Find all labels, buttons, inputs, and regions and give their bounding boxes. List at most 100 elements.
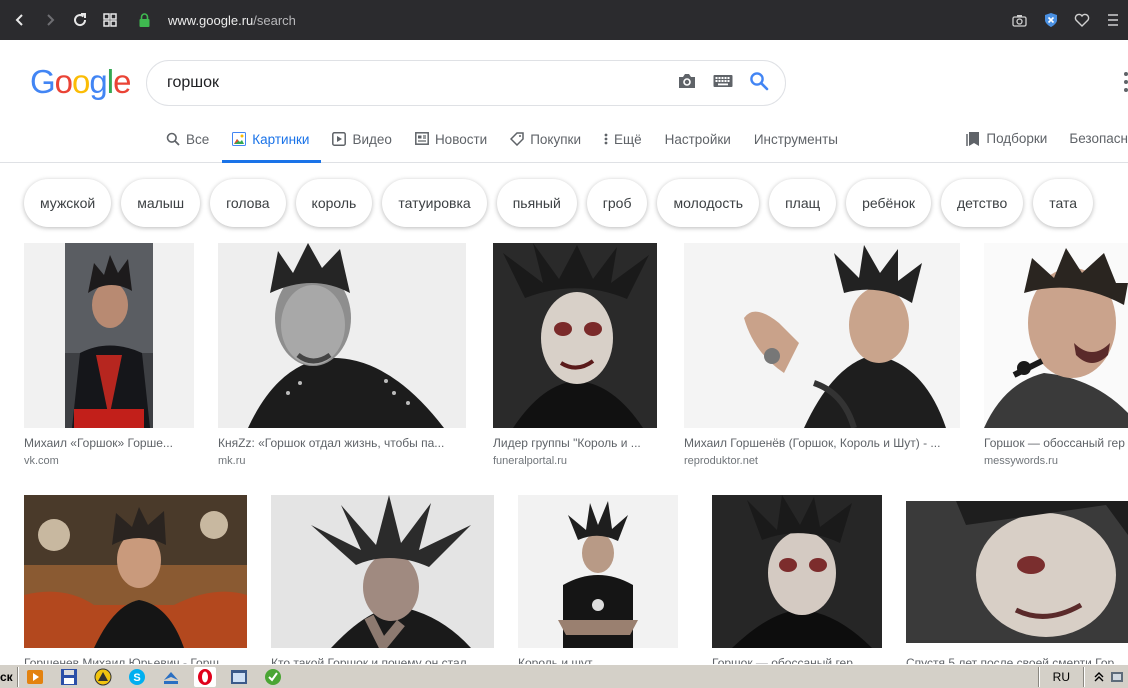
taskbar-separator — [17, 666, 19, 687]
google-logo[interactable]: Google — [30, 63, 131, 101]
skype-icon[interactable]: S — [126, 667, 148, 687]
chip[interactable]: гроб — [586, 179, 648, 227]
result-thumbnail[interactable] — [218, 243, 466, 428]
tab-video[interactable]: Видео — [332, 128, 392, 163]
arrow-right-icon — [47, 14, 55, 26]
start-button-fragment[interactable]: ск — [0, 670, 13, 684]
image-result[interactable]: Лидер группы "Король и ... funeralportal… — [493, 243, 657, 467]
image-result[interactable]: Король и шут — [518, 495, 678, 670]
tab-images[interactable]: Картинки — [222, 128, 322, 163]
tab-label: Настройки — [664, 132, 731, 147]
result-thumbnail[interactable] — [24, 243, 194, 428]
chip[interactable]: голова — [210, 179, 286, 227]
image-result[interactable]: Горшок — обоссаный гер messywords.ru — [984, 243, 1128, 467]
image-result[interactable]: КняZz: «Горшок отдал жизнь, чтобы па... … — [218, 243, 466, 467]
image-result[interactable]: Спустя 5 лет после своей смерти Гор — [906, 495, 1128, 670]
language-indicator[interactable]: RU — [1053, 670, 1070, 684]
bookmark-heart-button[interactable] — [1066, 5, 1097, 35]
result-thumbnail[interactable] — [906, 495, 1128, 648]
chip[interactable]: король — [295, 179, 373, 227]
chip[interactable]: татуировка — [382, 179, 487, 227]
taskbar-separator — [1083, 666, 1085, 687]
keyboard-icon[interactable] — [713, 74, 733, 93]
lock-icon — [139, 13, 150, 27]
tab-label: Картинки — [252, 132, 310, 147]
result-title[interactable]: КняZz: «Горшок отдал жизнь, чтобы па... — [218, 436, 466, 450]
tab-label: Видео — [352, 132, 392, 147]
tab-tools[interactable]: Инструменты — [754, 128, 838, 163]
collections-link[interactable]: Подборки — [966, 128, 1047, 147]
back-button[interactable] — [5, 5, 35, 35]
camera-search-icon[interactable] — [677, 72, 697, 95]
result-source[interactable]: reproduktor.net — [684, 455, 960, 467]
result-thumbnail[interactable] — [684, 243, 960, 428]
adblock-button[interactable] — [1035, 5, 1066, 35]
window-app-icon[interactable] — [228, 667, 250, 687]
search-submit-icon[interactable] — [749, 71, 769, 96]
chip[interactable]: молодость — [657, 179, 760, 227]
apps-menu-icon[interactable] — [1124, 72, 1128, 92]
search-tabs: Все Картинки Видео Новости Покупки Ещё Н… — [166, 128, 861, 163]
result-title[interactable]: Лидер группы "Король и ... — [493, 436, 657, 450]
chip[interactable]: ребёнок — [846, 179, 931, 227]
chip[interactable]: тата — [1033, 179, 1094, 227]
result-source[interactable]: messywords.ru — [984, 455, 1128, 467]
tab-news[interactable]: Новости — [414, 128, 488, 163]
pinned-app-icon[interactable] — [160, 667, 182, 687]
image-result[interactable]: Горшок — обоссаный гер — [712, 495, 882, 670]
menu-button[interactable] — [1097, 5, 1128, 35]
chip[interactable]: детство — [941, 179, 1024, 227]
chip[interactable]: мужской — [24, 179, 112, 227]
forward-button[interactable] — [35, 5, 65, 35]
media-player-icon[interactable] — [24, 667, 46, 687]
result-source[interactable]: vk.com — [24, 455, 194, 467]
result-title[interactable]: Михаил «Горшок» Горше... — [24, 436, 194, 450]
search-input[interactable] — [167, 74, 647, 92]
chip[interactable]: плащ — [769, 179, 837, 227]
opera-icon[interactable] — [194, 666, 216, 687]
tab-all[interactable]: Все — [166, 128, 209, 163]
result-title[interactable]: Михаил Горшенёв (Горшок, Король и Шут) -… — [684, 436, 960, 450]
bookmark-icon — [966, 131, 980, 147]
tag-icon — [510, 132, 524, 146]
tray-app-icon[interactable] — [1110, 670, 1124, 684]
image-result[interactable]: Горшенев Михаил Юрьевич - Горш — [24, 495, 247, 670]
image-result[interactable]: Кто такой Горшок и почему он стал — [271, 495, 494, 670]
result-title[interactable]: Горшок — обоссаный гер — [984, 436, 1128, 450]
chip[interactable]: пьяный — [496, 179, 577, 227]
grid-icon — [103, 13, 117, 27]
logo-letter: o — [72, 63, 90, 100]
result-source[interactable]: funeralportal.ru — [493, 455, 657, 467]
result-thumbnail[interactable] — [493, 243, 657, 428]
save-disk-icon[interactable] — [58, 667, 80, 687]
result-thumbnail[interactable] — [712, 495, 882, 648]
logo-letter: g — [89, 63, 107, 100]
tab-settings[interactable]: Настройки — [665, 128, 731, 163]
safesearch-link[interactable]: Безопасн — [1069, 128, 1128, 147]
warning-app-icon[interactable] — [92, 667, 114, 687]
result-thumbnail[interactable] — [984, 243, 1128, 428]
related-chips: мужской малыш голова король татуировка п… — [24, 179, 1103, 227]
reload-icon — [74, 13, 87, 27]
tab-more[interactable]: Ещё — [604, 128, 642, 163]
logo-letter: G — [30, 63, 56, 100]
result-thumbnail[interactable] — [24, 495, 247, 648]
tab-label: Ещё — [613, 132, 642, 147]
result-source[interactable]: mk.ru — [218, 455, 466, 467]
result-thumbnail[interactable] — [271, 495, 494, 648]
reload-button[interactable] — [65, 5, 95, 35]
snapshot-button[interactable] — [1004, 5, 1035, 35]
logo-letter: e — [113, 63, 131, 100]
chip[interactable]: малыш — [121, 179, 201, 227]
address-bar[interactable]: www.google.ru/search — [139, 13, 296, 28]
torrent-app-icon[interactable] — [262, 667, 284, 687]
tab-label: Покупки — [530, 132, 581, 147]
tray-expand-icon[interactable] — [1094, 671, 1104, 683]
image-result[interactable]: Михаил Горшенёв (Горшок, Король и Шут) -… — [684, 243, 960, 467]
tab-shopping[interactable]: Покупки — [510, 128, 581, 163]
result-thumbnail[interactable] — [518, 495, 678, 648]
heart-icon — [1074, 13, 1089, 27]
image-result[interactable]: Михаил «Горшок» Горше... vk.com — [24, 243, 194, 467]
tab-label: Новости — [434, 132, 488, 147]
speed-dial-button[interactable] — [95, 5, 125, 35]
